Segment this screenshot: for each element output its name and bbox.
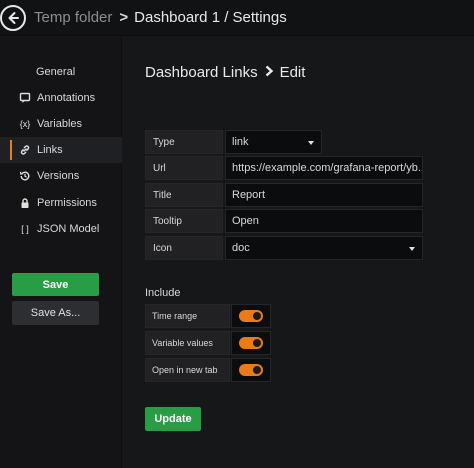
open-new-tab-row: Open in new tab bbox=[145, 358, 271, 382]
comment-icon bbox=[18, 91, 32, 105]
sidebar-item-label: Annotations bbox=[37, 92, 96, 104]
title-label: Title bbox=[145, 183, 223, 207]
tooltip-input[interactable]: Open bbox=[225, 209, 423, 233]
open-new-tab-label: Open in new tab bbox=[145, 358, 230, 382]
variable-values-switch[interactable] bbox=[231, 331, 271, 355]
caret-down-icon bbox=[409, 247, 415, 251]
sidebar-heading-general[interactable]: General bbox=[36, 66, 75, 78]
caret-down-icon bbox=[308, 141, 314, 145]
save-button[interactable]: Save bbox=[12, 273, 99, 296]
toggle-on-icon bbox=[239, 337, 263, 349]
sidebar-item-links[interactable]: Links bbox=[0, 137, 122, 163]
breadcrumb-folder[interactable]: Temp folder bbox=[34, 9, 112, 26]
sidebar-item-label: Variables bbox=[37, 118, 83, 130]
sidebar-item-json-model[interactable]: [ ] JSON Model bbox=[0, 216, 122, 242]
variable-values-label: Variable values bbox=[145, 331, 230, 355]
title-input[interactable]: Report bbox=[225, 183, 423, 207]
link-icon bbox=[18, 143, 32, 157]
toggle-on-icon bbox=[239, 364, 263, 376]
page-title-mode: Edit bbox=[279, 64, 306, 81]
tooltip-value: Open bbox=[232, 215, 259, 227]
json-icon: [ ] bbox=[21, 224, 29, 234]
top-bar: Temp folder > Dashboard 1 / Settings bbox=[0, 0, 474, 36]
save-as-button[interactable]: Save As... bbox=[12, 301, 99, 325]
icon-value: doc bbox=[232, 242, 250, 254]
url-value: https://example.com/grafana-report/yb... bbox=[232, 162, 423, 174]
type-select[interactable]: link bbox=[225, 130, 322, 154]
page-title-section: Dashboard Links bbox=[145, 64, 258, 81]
variable-icon: {x} bbox=[19, 119, 31, 129]
tooltip-row: Tooltip Open bbox=[145, 209, 423, 233]
type-row: Type link bbox=[145, 130, 322, 154]
type-value: link bbox=[232, 136, 249, 148]
sidebar-item-label: Versions bbox=[37, 170, 80, 182]
main-content: Dashboard Links Edit Type link Url https… bbox=[123, 37, 474, 468]
sidebar-item-versions[interactable]: Versions bbox=[0, 163, 122, 189]
title-value: Report bbox=[232, 189, 266, 201]
breadcrumb-dashboard[interactable]: Dashboard 1 / Settings bbox=[134, 9, 287, 26]
settings-sidebar: General Annotations {x} Variables Links … bbox=[0, 37, 122, 468]
sidebar-item-permissions[interactable]: Permissions bbox=[0, 190, 122, 216]
icon-label: Icon bbox=[145, 236, 223, 260]
sidebar-item-label: Links bbox=[37, 144, 63, 156]
type-label: Type bbox=[145, 130, 223, 154]
sidebar-item-variables[interactable]: {x} Variables bbox=[0, 111, 122, 137]
sidebar-item-label: JSON Model bbox=[37, 223, 100, 235]
open-new-tab-switch[interactable] bbox=[231, 358, 271, 382]
time-range-label: Time range bbox=[145, 304, 230, 328]
arrow-left-icon bbox=[8, 11, 19, 24]
page-title: Dashboard Links Edit bbox=[145, 64, 305, 81]
breadcrumb-separator: > bbox=[119, 9, 129, 26]
title-row: Title Report bbox=[145, 183, 423, 207]
time-range-switch[interactable] bbox=[231, 304, 271, 328]
include-heading: Include bbox=[145, 287, 181, 299]
chevron-right-icon bbox=[264, 64, 274, 81]
time-range-row: Time range bbox=[145, 304, 271, 328]
variable-values-row: Variable values bbox=[145, 331, 271, 355]
url-row: Url https://example.com/grafana-report/y… bbox=[145, 156, 423, 180]
url-label: Url bbox=[145, 156, 223, 180]
sidebar-item-annotations[interactable]: Annotations bbox=[0, 85, 122, 111]
tooltip-label: Tooltip bbox=[145, 209, 223, 233]
lock-icon bbox=[18, 196, 32, 210]
back-arrow-icon[interactable] bbox=[0, 4, 26, 31]
history-icon bbox=[18, 169, 32, 183]
icon-row: Icon doc bbox=[145, 236, 423, 260]
icon-select[interactable]: doc bbox=[225, 236, 423, 260]
sidebar-item-label: Permissions bbox=[37, 197, 97, 209]
update-button[interactable]: Update bbox=[145, 407, 201, 431]
toggle-on-icon bbox=[239, 310, 263, 322]
url-input[interactable]: https://example.com/grafana-report/yb... bbox=[225, 156, 423, 180]
